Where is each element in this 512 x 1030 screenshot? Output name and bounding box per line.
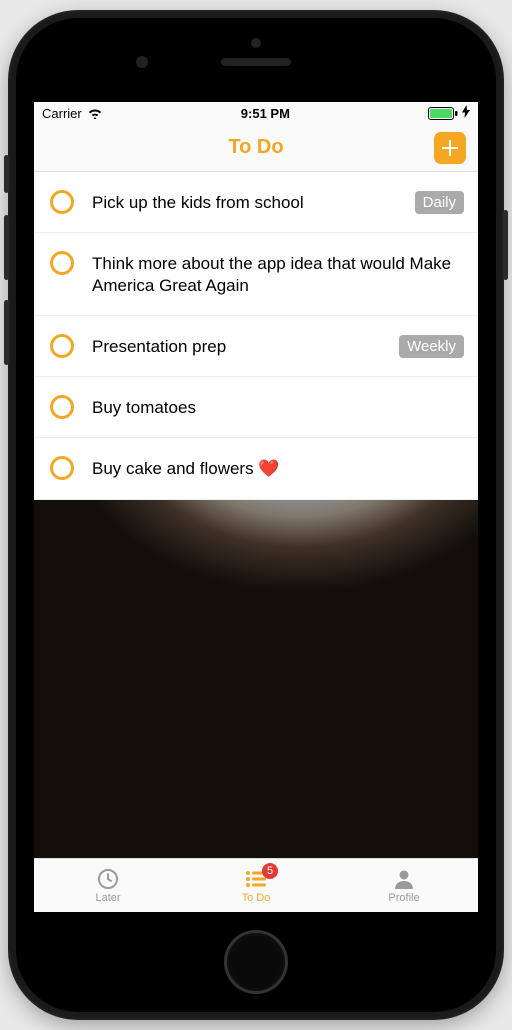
todo-text: Buy cake and flowers ❤️ xyxy=(92,456,464,480)
tab-label: Later xyxy=(95,892,120,904)
status-time: 9:51 PM xyxy=(241,106,290,121)
screen: Carrier 9:51 PM xyxy=(34,102,478,912)
profile-icon xyxy=(394,868,414,890)
plus-icon xyxy=(440,138,460,158)
earpiece-speaker xyxy=(221,58,291,66)
tab-bar: Later 5 To Do Profile xyxy=(34,858,478,912)
proximity-sensor xyxy=(251,38,261,48)
phone-bezel: Carrier 9:51 PM xyxy=(16,18,496,1012)
volume-down xyxy=(4,300,9,365)
list-item[interactable]: Buy cake and flowers ❤️ xyxy=(34,438,478,499)
frequency-badge: Daily xyxy=(415,191,464,214)
list-item[interactable]: Think more about the app idea that would… xyxy=(34,233,478,316)
checkbox-circle[interactable] xyxy=(50,190,74,214)
tab-profile[interactable]: Profile xyxy=(330,859,478,912)
checkbox-circle[interactable] xyxy=(50,334,74,358)
battery-icon xyxy=(428,107,458,120)
tab-todo[interactable]: 5 To Do xyxy=(182,859,330,912)
carrier-label: Carrier xyxy=(42,106,82,121)
frequency-badge: Weekly xyxy=(399,335,464,358)
tab-label: Profile xyxy=(388,892,419,904)
todo-text: Buy tomatoes xyxy=(92,395,464,419)
list-item[interactable]: Pick up the kids from school Daily xyxy=(34,172,478,233)
status-bar: Carrier 9:51 PM xyxy=(34,102,478,124)
add-button[interactable] xyxy=(434,132,466,164)
tab-badge: 5 xyxy=(262,863,278,879)
list-item[interactable]: Presentation prep Weekly xyxy=(34,316,478,377)
charging-icon xyxy=(462,105,470,121)
nav-bar: To Do xyxy=(34,124,478,172)
mute-switch xyxy=(4,155,9,193)
todo-text: Think more about the app idea that would… xyxy=(92,251,464,297)
todo-text: Presentation prep xyxy=(92,334,381,358)
tab-label: To Do xyxy=(242,892,271,904)
checkbox-circle[interactable] xyxy=(50,395,74,419)
power-button xyxy=(503,210,508,280)
todo-list: Pick up the kids from school Daily Think… xyxy=(34,172,478,500)
clock-icon xyxy=(97,868,119,890)
checkbox-circle[interactable] xyxy=(50,456,74,480)
content-area: Pick up the kids from school Daily Think… xyxy=(34,172,478,858)
tab-later[interactable]: Later xyxy=(34,859,182,912)
page-title: To Do xyxy=(228,136,283,159)
front-camera xyxy=(136,56,148,68)
todo-text: Pick up the kids from school xyxy=(92,190,397,214)
wifi-icon xyxy=(87,107,103,119)
volume-up xyxy=(4,215,9,280)
checkbox-circle[interactable] xyxy=(50,251,74,275)
list-item[interactable]: Buy tomatoes xyxy=(34,377,478,438)
phone-frame: Carrier 9:51 PM xyxy=(8,10,504,1020)
home-button[interactable] xyxy=(224,930,288,994)
